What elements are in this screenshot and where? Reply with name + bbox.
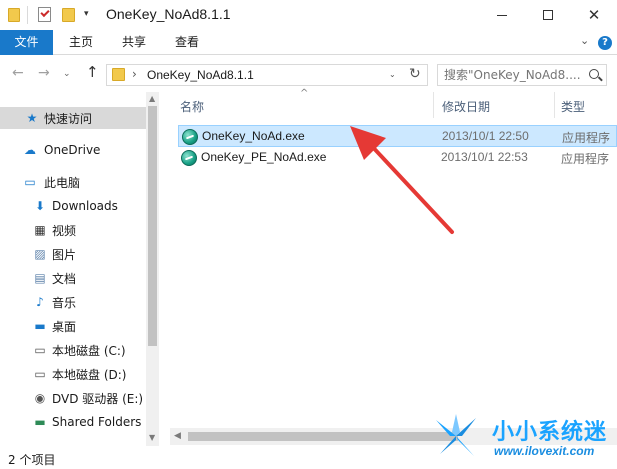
quick-access-dropdown-icon[interactable]: ▾ xyxy=(84,9,89,25)
navigation-pane: ★ 快速访问 ☁ OneDrive ▭ 此电脑 ⬇ Downloads ▦ 视频 ▨ 图片 ▤ 文档 ♪ 音乐… xyxy=(0,92,159,446)
sort-indicator-icon: ^ xyxy=(300,88,309,99)
minimize-icon xyxy=(497,14,507,16)
exe-file-icon xyxy=(181,150,197,166)
sidebar-item-label: 文档 xyxy=(52,271,77,286)
sidebar-item[interactable]: ▭ 本地磁盘 (D:) xyxy=(0,363,146,385)
column-header-type[interactable]: 类型 xyxy=(561,98,585,115)
tab-view[interactable]: 查看 xyxy=(163,30,211,55)
address-dropdown-icon[interactable]: ⌄ xyxy=(389,70,396,79)
back-button[interactable]: ← xyxy=(12,66,24,80)
sidebar-item-label: 音乐 xyxy=(52,295,77,310)
column-header-date[interactable]: 修改日期 xyxy=(442,98,490,115)
breadcrumb-separator-icon[interactable]: › xyxy=(132,67,137,81)
help-icon[interactable]: ? xyxy=(598,36,612,50)
annotation-arrow xyxy=(350,126,454,234)
sidebar-item[interactable]: ▬ Shared Folders xyxy=(0,411,146,433)
file-type: 应用程序 xyxy=(561,152,610,166)
maximize-button[interactable] xyxy=(525,0,571,30)
sidebar-item-label: 快速访问 xyxy=(44,111,93,126)
nav-scrollbar[interactable]: ▲ ▼ xyxy=(146,92,159,446)
address-bar[interactable]: › OneKey_NoAd8.1.1 ⌄ ↻ xyxy=(106,64,428,86)
tab-share[interactable]: 共享 xyxy=(110,30,158,55)
drive-d-icon: ▭ xyxy=(34,367,46,381)
close-icon: ✕ xyxy=(587,5,601,24)
sidebar-item-label: 本地磁盘 (C:) xyxy=(52,343,126,358)
sidebar-item[interactable]: ★ 快速访问 xyxy=(0,107,146,129)
sidebar-item-label: 此电脑 xyxy=(44,175,81,190)
sidebar-item[interactable]: ▨ 图片 xyxy=(0,243,146,265)
recent-locations-icon[interactable]: ⌄ xyxy=(63,67,71,81)
maximize-icon xyxy=(543,10,553,20)
refresh-icon[interactable]: ↻ xyxy=(409,66,421,82)
watermark-logo-icon xyxy=(436,414,476,456)
column-header-name[interactable]: 名称 xyxy=(180,98,204,115)
sidebar-item-label: Downloads xyxy=(52,199,118,213)
folder-icon xyxy=(112,68,125,81)
sidebar-item-label: OneDrive xyxy=(44,143,101,157)
sidebar-item[interactable]: ◉ DVD 驱动器 (E:) xyxy=(0,387,146,409)
column-divider[interactable] xyxy=(554,92,555,118)
search-input[interactable] xyxy=(444,68,584,82)
item-count: 2 个项目 xyxy=(8,453,56,467)
network-drive-icon: ▬ xyxy=(34,415,46,429)
downloads-icon: ⬇ xyxy=(34,199,46,213)
properties-icon[interactable] xyxy=(38,7,51,22)
dvd-icon: ◉ xyxy=(34,391,46,405)
up-button[interactable]: ↑ xyxy=(86,65,99,80)
star-icon: ★ xyxy=(26,111,38,125)
tab-home[interactable]: 主页 xyxy=(57,30,105,55)
horizontal-scroll-thumb[interactable] xyxy=(188,432,458,441)
forward-button[interactable]: → xyxy=(38,66,50,80)
navigation-row: ← → ⌄ ↑ › OneKey_NoAd8.1.1 ⌄ ↻ xyxy=(0,56,617,92)
sidebar-item[interactable]: ⬇ Downloads xyxy=(0,195,146,217)
close-button[interactable]: ✕ xyxy=(571,0,617,30)
tab-file[interactable]: 文件 xyxy=(0,30,53,55)
watermark-url: www.ilovexit.com xyxy=(494,444,595,458)
new-folder-icon[interactable] xyxy=(62,8,75,22)
sidebar-item[interactable]: ☁ OneDrive xyxy=(0,139,146,161)
sidebar-item-label: Shared Folders xyxy=(52,415,142,429)
sidebar-item[interactable]: ♪ 音乐 xyxy=(0,291,146,313)
desktop-icon: ▬ xyxy=(34,319,46,333)
watermark-brand: 小小系统迷 xyxy=(492,420,608,445)
search-icon[interactable] xyxy=(589,69,599,79)
quick-access-divider xyxy=(27,6,28,24)
minimize-button[interactable] xyxy=(479,0,525,30)
title-bar: ▾ OneKey_NoAd8.1.1 ✕ xyxy=(0,0,617,30)
breadcrumb[interactable]: OneKey_NoAd8.1.1 xyxy=(147,68,254,82)
scroll-left-icon[interactable]: ◀ xyxy=(174,431,181,441)
file-type: 应用程序 xyxy=(562,131,611,145)
window-title: OneKey_NoAd8.1.1 xyxy=(106,6,231,22)
sidebar-item-label: 本地磁盘 (D:) xyxy=(52,367,127,382)
sidebar-item-label: DVD 驱动器 (E:) xyxy=(52,391,144,406)
file-name[interactable]: OneKey_PE_NoAd.exe xyxy=(201,150,326,164)
folder-icon xyxy=(8,8,20,22)
sidebar-item[interactable]: ▭ 本地磁盘 (C:) xyxy=(0,339,146,361)
search-box[interactable] xyxy=(437,64,607,86)
watermark: 小小系统迷 www.ilovexit.com xyxy=(430,408,617,468)
scroll-up-icon[interactable]: ▲ xyxy=(149,94,155,103)
sidebar-item-label: 图片 xyxy=(52,247,77,262)
sidebar-item[interactable]: ▭ 此电脑 xyxy=(0,171,146,193)
column-divider[interactable] xyxy=(433,92,434,118)
expand-ribbon-icon[interactable]: ⌄ xyxy=(580,35,590,46)
sidebar-item[interactable]: ▤ 文档 xyxy=(0,267,146,289)
ribbon: 文件 主页 共享 查看 ⌄ ? xyxy=(0,30,617,55)
exe-file-icon xyxy=(182,129,198,145)
nav-scroll-thumb[interactable] xyxy=(148,106,157,346)
computer-icon: ▭ xyxy=(24,175,36,189)
scroll-down-icon[interactable]: ▼ xyxy=(149,433,155,442)
onedrive-icon: ☁ xyxy=(24,143,36,157)
pictures-icon: ▨ xyxy=(34,247,46,261)
arrow-shaft xyxy=(366,140,454,234)
sidebar-item-label: 桌面 xyxy=(52,319,77,334)
video-icon: ▦ xyxy=(34,223,46,237)
sidebar-item[interactable]: ▦ 视频 xyxy=(0,219,146,241)
documents-icon: ▤ xyxy=(34,271,46,285)
file-name[interactable]: OneKey_NoAd.exe xyxy=(202,129,305,143)
sidebar-item[interactable]: ▬ 桌面 xyxy=(0,315,146,337)
drive-c-icon: ▭ xyxy=(34,343,46,357)
music-icon: ♪ xyxy=(36,295,44,309)
sidebar-item-label: 视频 xyxy=(52,223,77,238)
